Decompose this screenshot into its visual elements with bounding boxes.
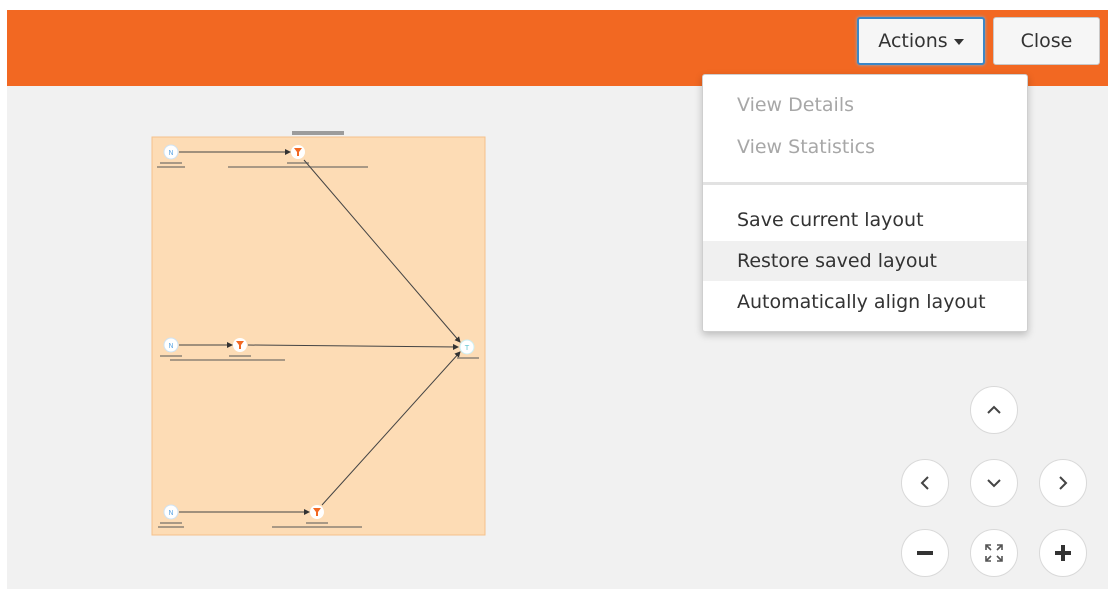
fit-screen-button[interactable] [970, 529, 1018, 577]
menu-item-restore-layout[interactable]: Restore saved layout [703, 241, 1027, 281]
pan-left-button[interactable] [901, 459, 949, 507]
menu-item-view-details[interactable]: View Details [703, 85, 1027, 125]
menu-item-view-statistics[interactable]: View Statistics [703, 127, 1027, 167]
pan-right-button[interactable] [1039, 459, 1087, 507]
zoom-out-button[interactable] [901, 529, 949, 577]
expand-icon [985, 544, 1003, 562]
pan-up-button[interactable] [970, 386, 1018, 434]
plus-icon [1055, 545, 1071, 561]
menu-item-save-layout[interactable]: Save current layout [703, 200, 1027, 240]
menu-item-auto-align-layout[interactable]: Automatically align layout [703, 282, 1027, 322]
svg-text:N: N [168, 342, 173, 350]
pan-down-button[interactable] [970, 459, 1018, 507]
svg-text:N: N [168, 509, 173, 517]
diagram-group-title [292, 131, 344, 135]
chevron-left-icon [920, 476, 929, 490]
svg-text:N: N [168, 149, 173, 157]
minus-icon [917, 551, 933, 555]
menu-divider [703, 182, 1027, 185]
diagram-group [151, 131, 486, 536]
zoom-in-button[interactable] [1039, 529, 1087, 577]
chevron-up-icon [987, 405, 1001, 414]
actions-menu: View Details View Statistics Save curren… [702, 74, 1028, 332]
chevron-down-icon [987, 479, 1001, 488]
svg-text:T: T [464, 344, 470, 352]
diagram-group-box [151, 136, 486, 536]
chevron-right-icon [1059, 476, 1068, 490]
